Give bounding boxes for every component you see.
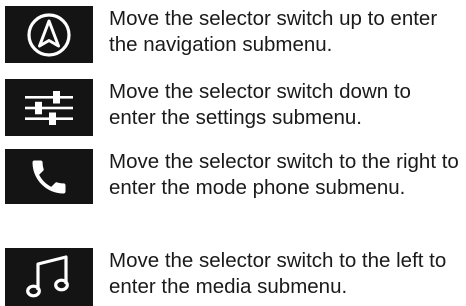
instruction-text-navigation: Move the selector switch up to enter the… <box>109 7 438 56</box>
navigation-icon <box>5 6 93 63</box>
instruction-text-phone: Move the selector switch to the right to… <box>109 150 459 199</box>
phone-icon <box>5 149 93 204</box>
settings-sliders-icon <box>5 79 93 136</box>
music-note-icon <box>5 248 93 306</box>
instruction-text-settings: Move the selector switch down to enter t… <box>109 80 411 129</box>
instruction-text-media: Move the selector switch to the left to … <box>109 249 447 298</box>
